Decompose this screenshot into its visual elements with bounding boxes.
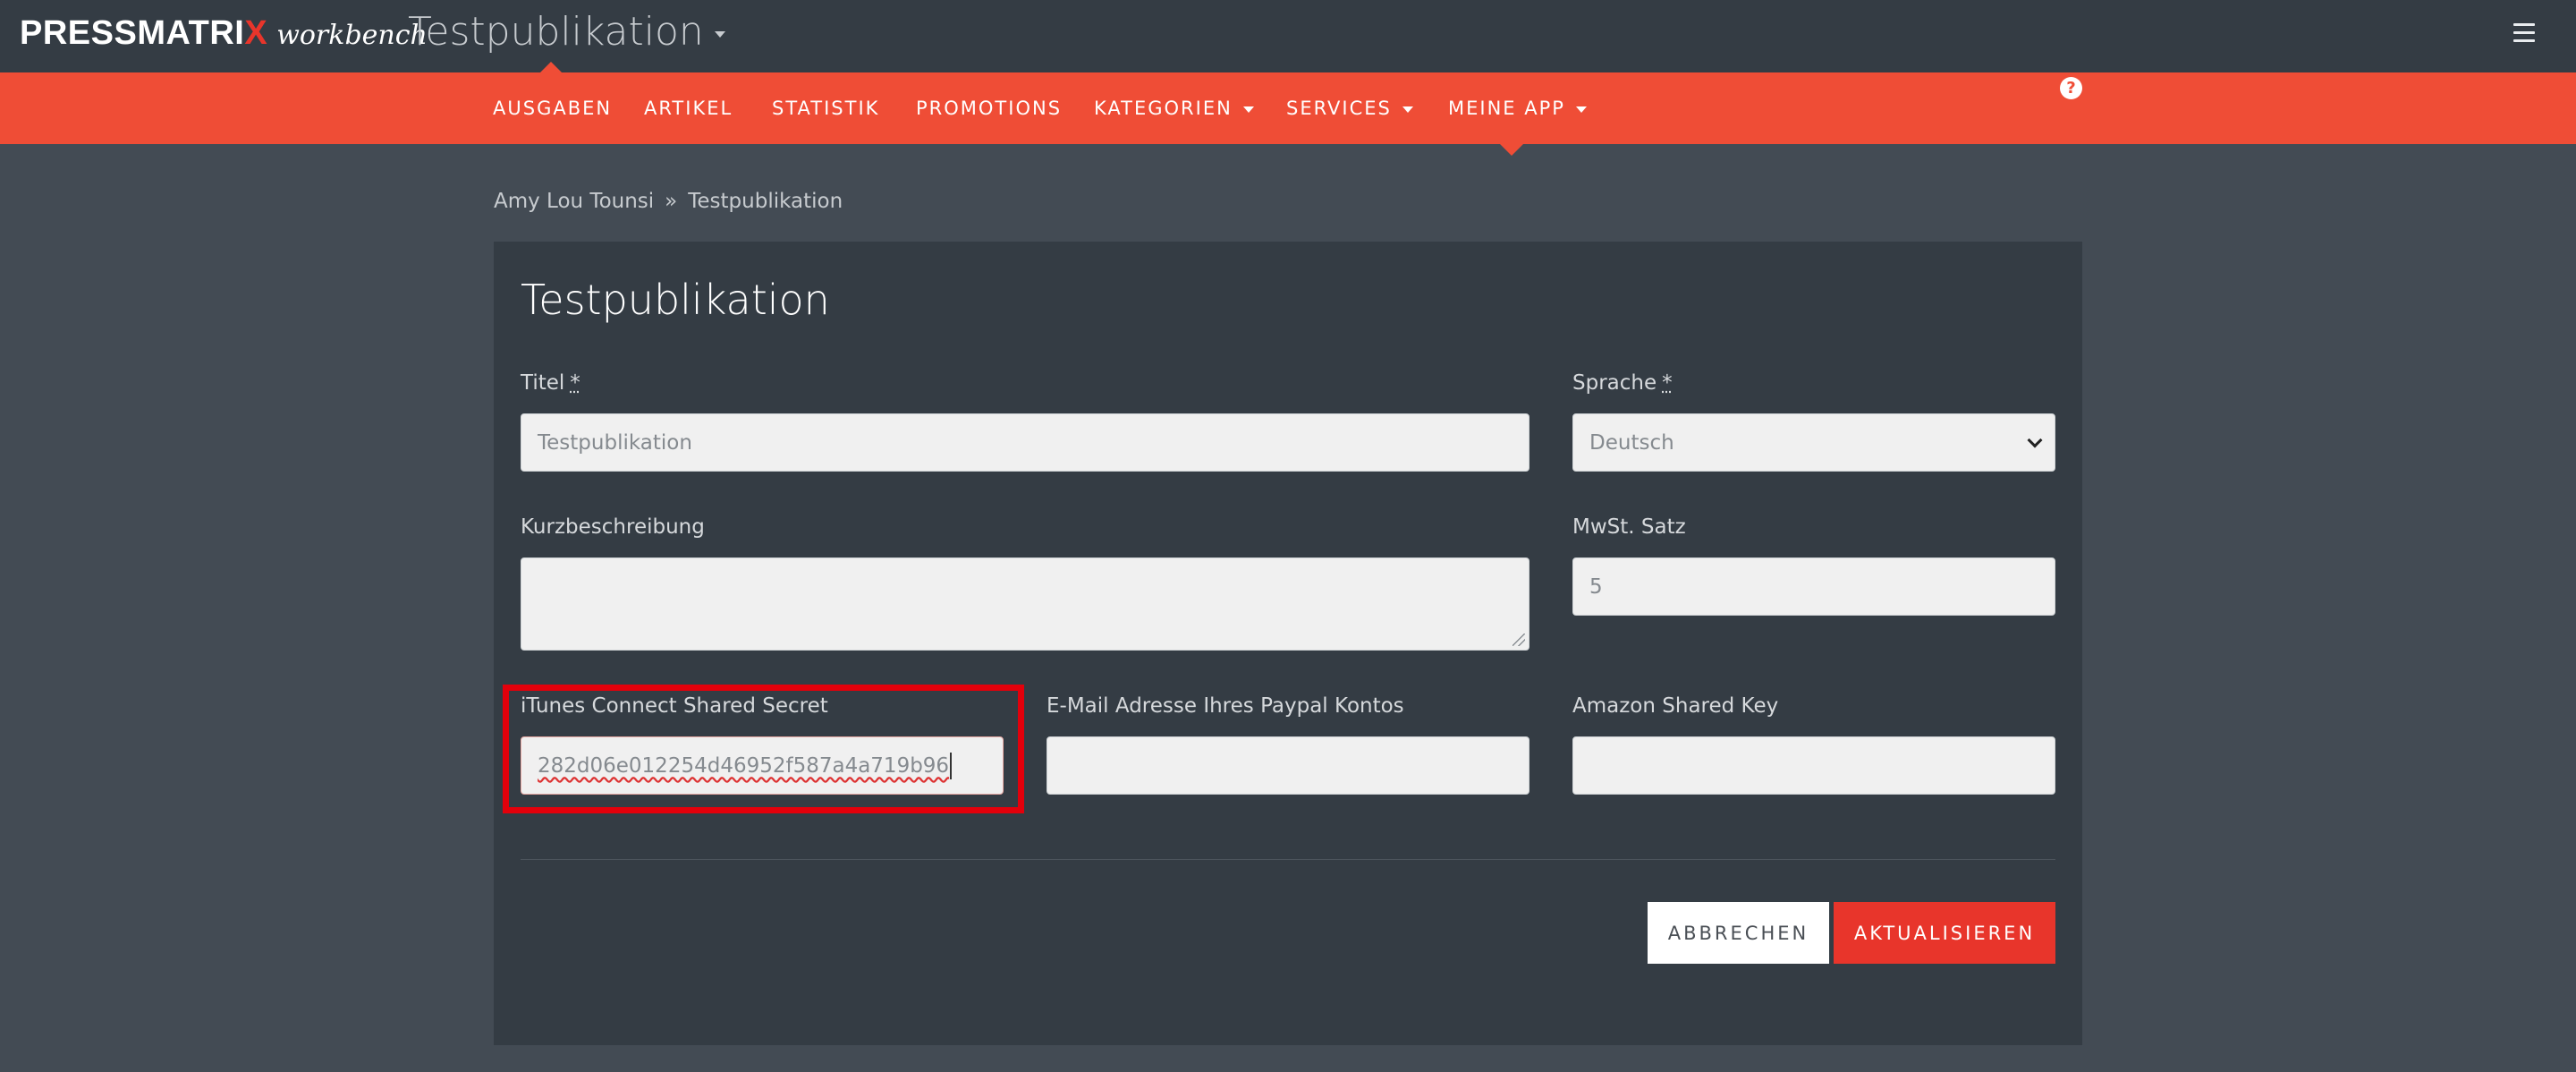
hamburger-icon[interactable]: [2513, 23, 2535, 45]
titel-label: Titel *: [521, 371, 580, 395]
breadcrumb-separator: »: [665, 190, 678, 213]
required-marker: *: [1662, 371, 1673, 395]
cancel-button[interactable]: ABBRECHEN: [1648, 902, 1829, 964]
kurzbeschreibung-textarea[interactable]: [521, 557, 1530, 651]
caret-down-icon: [1242, 106, 1254, 113]
question-circle-icon[interactable]: ?: [2060, 77, 2082, 99]
caret-down-icon: [1575, 106, 1587, 113]
main-nav: AUSGABEN ARTIKEL STATISTIK PROMOTIONS KA…: [0, 72, 2576, 144]
required-marker: *: [570, 371, 580, 395]
breadcrumb: Amy Lou Tounsi » Testpublikation: [494, 190, 843, 213]
nav-label: AUSGABEN: [493, 98, 613, 119]
nav-label: KATEGORIEN: [1094, 98, 1233, 119]
nav-label: ARTIKEL: [644, 98, 733, 119]
nav-label: SERVICES: [1286, 98, 1392, 119]
mwst-value: 5: [1589, 574, 1603, 599]
publication-selector[interactable]: Testpublikation: [408, 9, 725, 55]
nav-label: MEINE APP: [1448, 98, 1565, 119]
nav-item-kategorien[interactable]: KATEGORIEN: [1094, 98, 1254, 119]
breadcrumb-current: Testpublikation: [688, 190, 843, 213]
breadcrumb-user[interactable]: Amy Lou Tounsi: [494, 190, 654, 213]
sprache-value: Deutsch: [1589, 430, 1674, 455]
nav-item-services[interactable]: SERVICES: [1286, 98, 1413, 119]
form-title: Testpublikation: [521, 276, 830, 324]
titel-value: Testpublikation: [538, 430, 692, 455]
sprache-label: Sprache *: [1572, 371, 1673, 395]
resize-handle-icon[interactable]: [1513, 634, 1525, 646]
titel-input[interactable]: Testpublikation: [521, 413, 1530, 472]
logo-subtitle: workbench: [276, 20, 428, 51]
nav-item-statistik[interactable]: STATISTIK: [772, 98, 879, 119]
top-bar: PRESSMATRIX workbench Testpublikation: [0, 0, 2576, 73]
active-nav-pointer: [1500, 144, 1523, 156]
mwst-label: MwSt. Satz: [1572, 515, 1686, 539]
caret-down-icon: [1402, 106, 1413, 113]
pressmatrix-logo[interactable]: PRESSMATRIX workbench: [20, 14, 428, 59]
nav-label: PROMOTIONS: [916, 98, 1063, 119]
nav-item-artikel[interactable]: ARTIKEL: [644, 98, 733, 119]
caret-down-icon: [714, 31, 725, 38]
mwst-input[interactable]: 5: [1572, 557, 2055, 616]
nav-label: STATISTIK: [772, 98, 880, 119]
nav-item-ausgaben[interactable]: AUSGABEN: [493, 98, 612, 119]
chevron-down-icon: [2027, 432, 2043, 447]
paypal-email-input[interactable]: [1046, 736, 1530, 795]
amazon-key-input[interactable]: [1572, 736, 2055, 795]
publication-form-card: Testpublikation Titel * Testpublikation S…: [494, 242, 2082, 1045]
publication-title: Testpublikation: [408, 9, 704, 55]
kurzbeschreibung-label: Kurzbeschreibung: [521, 515, 705, 539]
logo-wordmark: PRESSMATRIX: [20, 14, 268, 52]
nav-item-meine-app[interactable]: MEINE APP: [1448, 98, 1587, 119]
update-button[interactable]: AKTUALISIEREN: [1834, 902, 2055, 964]
sprache-select[interactable]: Deutsch: [1572, 413, 2055, 472]
nav-item-promotions[interactable]: PROMOTIONS: [916, 98, 1062, 119]
amazon-label: Amazon Shared Key: [1572, 694, 1779, 718]
highlight-annotation: [503, 685, 1024, 813]
form-divider: [521, 859, 2055, 860]
paypal-label: E-Mail Adresse Ihres Paypal Kontos: [1046, 694, 1404, 718]
